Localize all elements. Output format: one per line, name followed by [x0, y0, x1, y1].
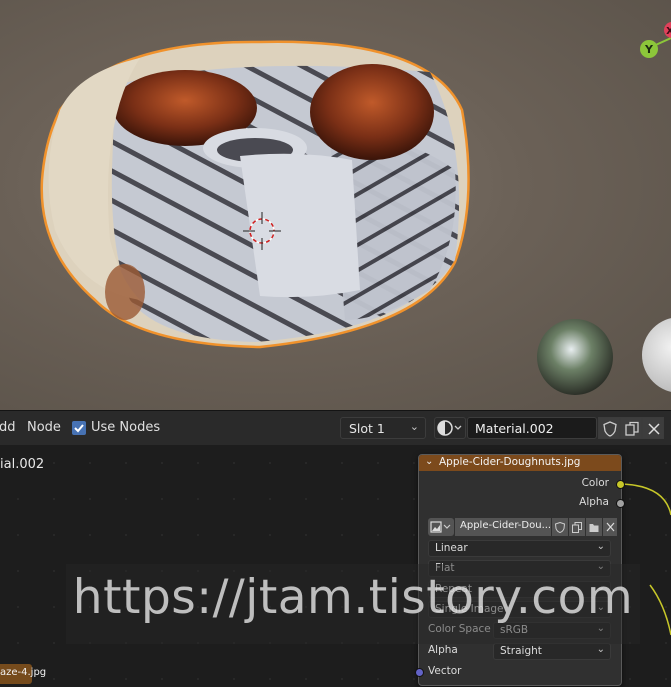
color-output-label: Color [581, 477, 609, 489]
use-nodes-label[interactable]: Use Nodes [91, 420, 160, 435]
watermark-overlay: https://jtam.tistory.com [66, 564, 640, 644]
image-browse-button[interactable] [428, 518, 454, 536]
3d-viewport[interactable]: Y X [0, 0, 671, 410]
material-sphere-icon [437, 420, 462, 436]
slot-dropdown-value: Slot 1 [349, 421, 385, 436]
fake-user-button[interactable] [598, 417, 620, 439]
gizmo-y-label: Y [644, 43, 654, 56]
close-icon [606, 522, 615, 532]
duplicate-material-button[interactable] [620, 417, 642, 439]
material-browse-button[interactable] [434, 417, 466, 439]
alpha-output-socket[interactable] [616, 499, 625, 508]
diffuse-preview-sphere [642, 318, 671, 392]
image-unlink-button[interactable] [603, 518, 617, 536]
image-name-value: Apple-Cider-Dou... [460, 520, 552, 531]
watermark-text: https://jtam.tistory.com [72, 570, 634, 625]
material-name-value: Material.002 [475, 421, 554, 436]
image-name-field[interactable]: Apple-Cider-Dou... [455, 518, 551, 536]
navigation-gizmo[interactable]: Y X [640, 22, 671, 58]
alpha-output-label: Alpha [579, 496, 609, 508]
folder-icon [589, 524, 599, 532]
interpolation-dropdown[interactable]: Linear ⌄ [428, 540, 611, 557]
checkmark-icon [74, 424, 84, 433]
image-duplicate-button[interactable] [569, 518, 585, 536]
add-menu[interactable]: dd [0, 420, 16, 435]
vector-input-socket[interactable] [415, 668, 424, 677]
vector-input-label: Vector [428, 665, 462, 677]
alpha-mode-value: Straight [500, 645, 542, 657]
copy-icon [572, 522, 582, 533]
shield-icon [555, 522, 565, 533]
node-header[interactable]: ⌄ Apple-Cider-Doughnuts.jpg [419, 455, 621, 471]
slot-dropdown[interactable]: Slot 1 ⌄ [340, 417, 426, 439]
close-icon [648, 423, 660, 435]
node-menu[interactable]: Node [27, 420, 61, 435]
chevron-down-icon: ⌄ [596, 644, 605, 655]
unlink-material-button[interactable] [642, 417, 664, 439]
node-title: Apple-Cider-Doughnuts.jpg [439, 456, 581, 468]
interpolation-value: Linear [435, 542, 468, 554]
shield-icon [603, 421, 617, 437]
collapse-chevron-icon[interactable]: ⌄ [425, 456, 433, 467]
material-name-field[interactable]: Material.002 [467, 417, 597, 439]
hdri-preview-sphere [537, 319, 613, 395]
alpha-mode-dropdown[interactable]: Straight ⌄ [493, 643, 611, 660]
node-editor-header: dd Node Use Nodes Slot 1 ⌄ Material.002 [0, 410, 671, 445]
image-open-button[interactable] [586, 518, 602, 536]
chevron-down-icon: ⌄ [596, 541, 605, 552]
color-output-socket[interactable] [616, 480, 625, 489]
use-nodes-checkbox[interactable] [72, 421, 86, 435]
image-icon [430, 521, 451, 533]
alpha-mode-label: Alpha [428, 644, 458, 656]
image-datablock-row: Apple-Cider-Dou... [428, 518, 617, 536]
copy-icon [625, 421, 639, 436]
doughnut-object[interactable] [40, 40, 470, 349]
image-fake-user-button[interactable] [552, 518, 568, 536]
gizmo-x-label: X [666, 26, 671, 37]
chevron-down-icon: ⌄ [409, 420, 419, 433]
